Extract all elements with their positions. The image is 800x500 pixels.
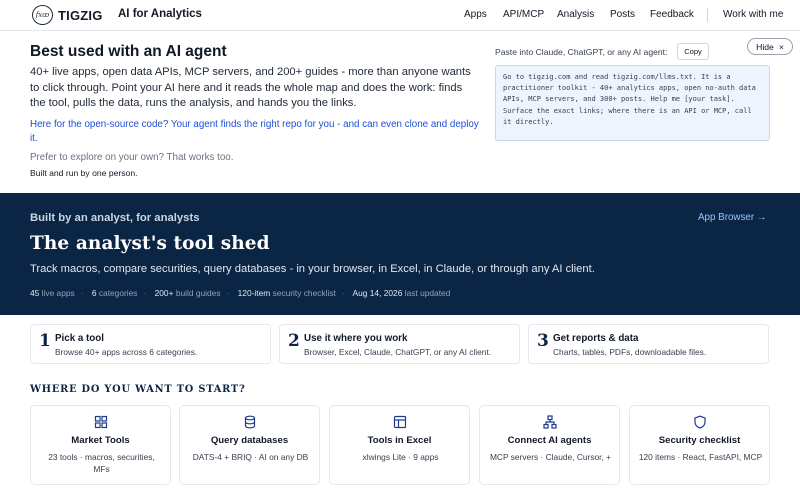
start-card-market-tools[interactable]: Market Tools 23 tools · macros, securiti… <box>30 405 171 485</box>
grid-icon <box>94 415 108 429</box>
brand-tagline: AI for Analytics <box>118 8 202 20</box>
nav-link-posts[interactable]: Posts <box>610 9 635 20</box>
hero-stats: 45 live apps · 6 categories · 200+ build g… <box>30 288 451 298</box>
card-description: 120 items · React, FastAPI, MCP <box>638 452 763 462</box>
hide-button[interactable]: Hide × <box>747 38 793 55</box>
step-card-2: 2 Use it where you work Browser, Excel, … <box>279 324 520 364</box>
stat-last-updated: Aug 14, 2026 last updated <box>352 288 451 298</box>
card-description: xlwings Lite · 9 apps <box>362 452 439 462</box>
hero-eyebrow: Built by an analyst, for analysts <box>30 212 200 224</box>
card-description: DATS-4 + BRIQ · AI on any DB <box>192 452 309 462</box>
hero-subtitle: Track macros, compare securities, query … <box>30 263 595 275</box>
step-title: Use it where you work <box>304 333 408 344</box>
stat-live-apps: 45 live apps <box>30 288 75 298</box>
step-card-1: 1 Pick a tool Browse 40+ apps across 6 c… <box>30 324 271 364</box>
start-card-query-databases[interactable]: Query databases DATS-4 + BRIQ · AI on an… <box>179 405 320 485</box>
stat-categories: 6 categories <box>91 288 138 298</box>
step-number: 2 <box>288 331 300 351</box>
hero-section: Built by an analyst, for analysts App Br… <box>0 193 800 315</box>
step-description: Browser, Excel, Claude, ChatGPT, or any … <box>304 347 492 357</box>
start-card-tools-in-excel[interactable]: Tools in Excel xlwings Lite · 9 apps <box>329 405 470 485</box>
step-title: Pick a tool <box>55 333 104 344</box>
start-card-connect-ai-agents[interactable]: Connect AI agents MCP servers · Claude, … <box>479 405 620 485</box>
spreadsheet-icon <box>393 415 407 429</box>
card-title: Market Tools <box>71 435 130 446</box>
logo-icon[interactable]: fxꝏ <box>32 5 53 25</box>
card-title: Tools in Excel <box>367 435 432 446</box>
database-icon <box>244 415 256 429</box>
built-by-text: Built and run by one person. <box>30 168 138 178</box>
agent-section-body: 40+ live apps, open data APIs, MCP serve… <box>30 66 471 109</box>
step-title: Get reports & data <box>553 333 639 344</box>
close-icon: × <box>778 41 784 52</box>
top-nav: fxꝏ TIGZIG AI for Analytics Apps API/MCP… <box>0 0 800 31</box>
start-heading: WHERE DO YOU WANT TO START? <box>30 384 246 395</box>
nav-link-apps[interactable]: Apps <box>464 9 487 20</box>
step-card-3: 3 Get reports & data Charts, tables, PDF… <box>528 324 769 364</box>
network-icon <box>543 415 557 429</box>
card-title: Connect AI agents <box>507 435 592 446</box>
shield-icon <box>694 415 706 429</box>
nav-link-api-mcp[interactable]: API/MCP <box>503 9 544 20</box>
agent-section-title: Best used with an AI agent <box>30 43 227 60</box>
step-description: Charts, tables, PDFs, downloadable files… <box>553 347 707 357</box>
start-card-security-checklist[interactable]: Security checklist 120 items · React, Fa… <box>629 405 770 485</box>
explore-text: Prefer to explore on your own? That work… <box>30 152 234 163</box>
step-description: Browse 40+ apps across 6 categories. <box>55 347 198 357</box>
app-browser-link[interactable]: App Browser → <box>698 212 767 223</box>
work-with-me-link[interactable]: Work with me <box>723 9 783 20</box>
agent-prompt-box[interactable]: Go to tigzig.com and read tigzig.com/llm… <box>495 65 770 141</box>
copy-button[interactable]: Copy <box>677 43 709 60</box>
card-title: Security checklist <box>658 435 741 446</box>
open-source-link[interactable]: Here for the open-source code? Your agen… <box>30 118 480 145</box>
card-description: MCP servers · Claude, Cursor, + <box>489 452 612 462</box>
card-description: 23 tools · macros, securities, MFs <box>48 452 155 474</box>
paste-label: Paste into Claude, ChatGPT, or any AI ag… <box>495 47 668 57</box>
nav-divider <box>707 8 708 22</box>
nav-link-feedback[interactable]: Feedback <box>650 9 694 20</box>
hero-title: The analyst's tool shed <box>30 233 270 254</box>
step-number: 3 <box>537 331 549 351</box>
stat-security-checklist: 120-item security checklist <box>237 288 336 298</box>
hide-label: Hide <box>756 41 774 52</box>
step-number: 1 <box>39 331 51 351</box>
card-title: Query databases <box>210 435 289 446</box>
stat-build-guides: 200+ build guides <box>154 288 221 298</box>
brand-name[interactable]: TIGZIG <box>58 8 103 23</box>
nav-link-analysis[interactable]: Analysis <box>557 9 594 20</box>
